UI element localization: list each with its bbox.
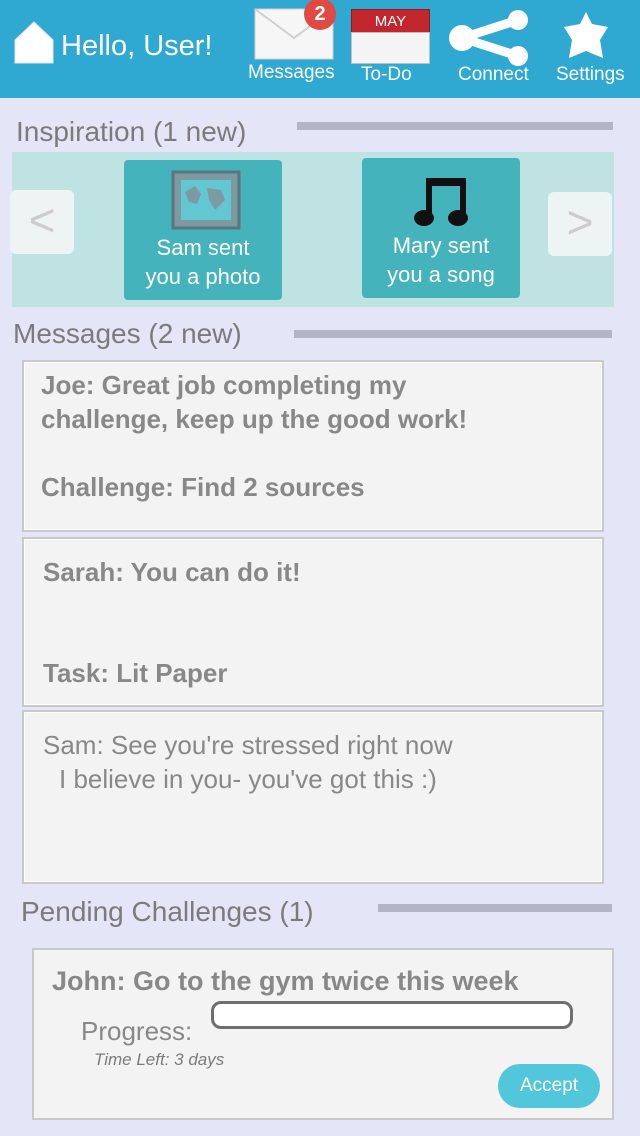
time-left-text: Time Left: 3 days xyxy=(94,1050,225,1069)
nav-todo-label[interactable]: To-Do xyxy=(361,64,412,86)
share-icon[interactable] xyxy=(448,10,532,66)
message-card-sarah[interactable]: Sarah: You can do it! Task: Lit Paper xyxy=(22,537,604,707)
carousel-next-button[interactable]: > xyxy=(548,192,612,256)
messages-title: Messages (2 new) xyxy=(13,318,242,349)
challenge-title: John: Go to the gym twice this week xyxy=(52,966,519,996)
message-line: Sarah: You can do it! xyxy=(43,557,301,587)
calendar-month[interactable]: MAY xyxy=(351,9,430,33)
inspiration-carousel xyxy=(12,152,614,307)
message-line: Sam: See you're stressed right now xyxy=(43,730,453,760)
challenges-divider xyxy=(378,904,612,912)
progress-label: Progress: xyxy=(81,1016,193,1046)
message-line: Joe: Great job completing my xyxy=(41,370,407,400)
inspiration-divider xyxy=(297,122,613,130)
greeting-text: Hello, User! xyxy=(61,30,213,62)
accept-button[interactable]: Accept xyxy=(498,1064,600,1108)
top-bar: Hello, User! 2 Messages MAY To-Do Connec… xyxy=(0,0,640,98)
photo-icon xyxy=(171,170,241,230)
inspiration-card-photo[interactable]: Sam sent you a photo xyxy=(124,160,282,300)
calendar-icon[interactable] xyxy=(351,32,430,64)
gear-icon[interactable] xyxy=(561,10,611,62)
progress-bar xyxy=(211,1001,573,1029)
nav-settings-label[interactable]: Settings xyxy=(556,64,625,86)
message-line: challenge, keep up the good work! xyxy=(41,404,468,434)
message-detail: Task: Lit Paper xyxy=(43,658,228,688)
carousel-prev-button[interactable]: < xyxy=(10,190,74,254)
card-line1: Sam sent xyxy=(156,235,250,260)
messages-divider xyxy=(294,330,612,338)
card-line1: Mary sent xyxy=(392,233,490,258)
message-card-joe[interactable]: Joe: Great job completing my challenge, … xyxy=(22,360,604,532)
message-card-sam[interactable]: Sam: See you're stressed right now I bel… xyxy=(22,710,604,884)
card-line2: you a photo xyxy=(145,264,261,289)
music-note-icon xyxy=(414,178,468,226)
inspiration-card-song[interactable]: Mary sent you a song xyxy=(362,158,520,298)
message-detail: Challenge: Find 2 sources xyxy=(41,472,365,502)
nav-connect-label[interactable]: Connect xyxy=(458,64,529,86)
home-icon[interactable] xyxy=(14,20,54,64)
challenges-title: Pending Challenges (1) xyxy=(21,896,314,927)
nav-messages-label[interactable]: Messages xyxy=(248,62,335,84)
message-line: I believe in you- you've got this :) xyxy=(59,764,437,794)
inspiration-title: Inspiration (1 new) xyxy=(16,116,247,147)
card-line2: you a song xyxy=(387,262,495,287)
